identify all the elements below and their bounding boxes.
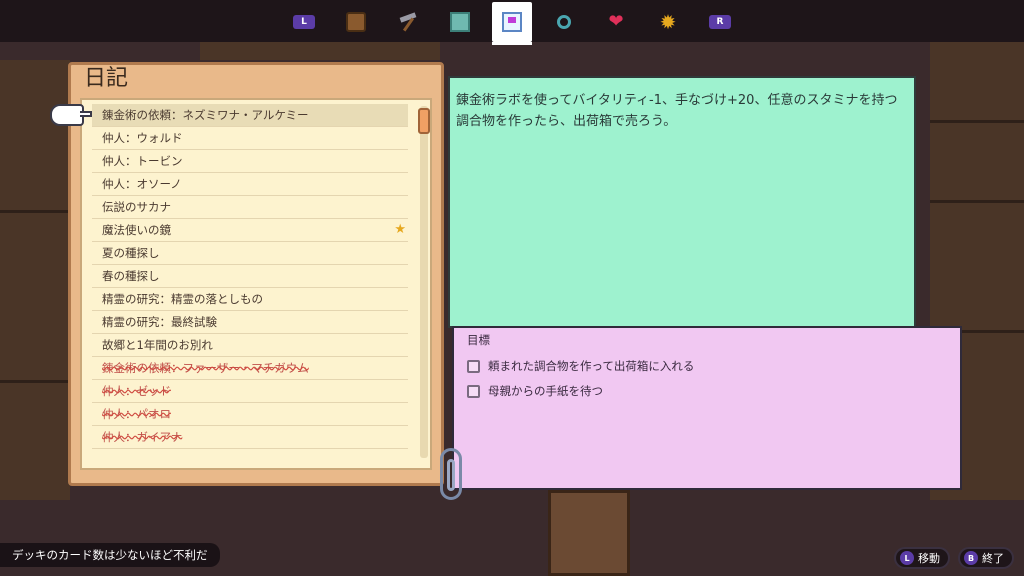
quest-list-item[interactable]: 仲人：オソーノ [92, 173, 408, 196]
tab-tools[interactable] [390, 4, 426, 40]
background-plank [0, 210, 70, 213]
background-wall-left [0, 60, 70, 500]
quest-list-item[interactable]: 仲人：ガイアナ [92, 426, 408, 449]
quest-label: 夏の種探し [102, 246, 160, 260]
quest-list-item[interactable]: 伝説のサカナ [92, 196, 408, 219]
scrollbar-thumb[interactable] [418, 108, 430, 134]
quest-list-item[interactable]: 精霊の研究：精霊の落としもの [92, 288, 408, 311]
hint-tip: デッキのカード数は少ないほど不利だ [0, 543, 220, 567]
exit-label: 終了 [982, 552, 1004, 565]
quest-label: 精霊の研究：最終試験 [102, 315, 217, 329]
quest-label: 春の種探し [102, 269, 160, 283]
gear-icon: ✹ [659, 10, 677, 34]
tab-relationships[interactable]: ❤ [598, 4, 634, 40]
objectives-title: 目標 [467, 333, 490, 347]
checkbox-icon [467, 359, 480, 373]
move-label: 移動 [918, 552, 940, 565]
b-button-icon: B [964, 551, 978, 565]
heart-icon: ❤ [608, 11, 624, 32]
quest-list-item[interactable]: 錬金術の依頼：ファーザー・マチガウム [92, 357, 408, 380]
quest-list-item[interactable]: 仲人：ゼッド [92, 380, 408, 403]
objective-item: 頼まれた調合物を作って出荷箱に入れる [467, 358, 694, 374]
objective-label: 母親からの手紙を待つ [488, 384, 603, 398]
diary-icon [502, 12, 522, 32]
exit-control-hint[interactable]: B 終了 [958, 547, 1014, 569]
quest-list-scrollbar[interactable] [420, 106, 428, 458]
tab-prev-key[interactable]: L [286, 4, 322, 40]
quest-list-item[interactable]: 故郷と1年間のお別れ [92, 334, 408, 357]
tab-map[interactable] [442, 4, 478, 40]
tab-next-key[interactable]: R [702, 4, 738, 40]
quest-list: 錬金術の依頼：ネズミワナ・アルケミー 仲人：ウォルド 仲人：トービン 仲人：オソーノ伝… [92, 104, 408, 449]
diary-title: 日記 [84, 66, 129, 91]
quest-list-item[interactable]: 錬金術の依頼：ネズミワナ・アルケミー [92, 104, 408, 127]
star-icon: ★ [394, 222, 406, 237]
background-doorway [548, 490, 630, 576]
background-wall-top [200, 40, 440, 60]
objectives-panel [452, 326, 962, 490]
l-stick-button-icon: L [900, 551, 914, 565]
quest-label: 仲人：トービン [102, 154, 183, 168]
quest-label: 仲人：ガイアナ [102, 430, 183, 444]
quest-label: 仲人：オソーノ [102, 177, 182, 191]
tab-settings[interactable]: ✹ [650, 4, 686, 40]
move-control-hint[interactable]: L 移動 [894, 547, 950, 569]
quest-label: 故郷と1年間のお別れ [102, 338, 213, 352]
r-button-icon: R [709, 15, 731, 29]
quest-label: 精霊の研究：精霊の落としもの [102, 292, 263, 306]
map-icon [450, 12, 470, 32]
quest-list-item[interactable]: 春の種探し [92, 265, 408, 288]
quest-list-item[interactable]: 仲人：パオロ [92, 403, 408, 426]
checkbox-icon [467, 384, 480, 398]
background-plank [930, 200, 1024, 203]
quest-label: 錬金術の依頼：ネズミワナ・アルケミー [102, 108, 309, 122]
tab-backpack[interactable] [338, 4, 374, 40]
quest-label: 魔法使いの鏡 [102, 223, 171, 237]
background-plank [0, 380, 70, 383]
objective-label: 頼まれた調合物を作って出荷箱に入れる [488, 359, 695, 373]
quest-list-item[interactable]: 夏の種探し [92, 242, 408, 265]
quest-list-item[interactable]: 仲人：トービン [92, 150, 408, 173]
quest-label: 仲人：ゼッド [102, 384, 171, 398]
l-button-icon: L [293, 15, 315, 29]
quest-label: 仲人：ウォルド [102, 131, 183, 145]
background-plank [930, 120, 1024, 123]
quest-label: 錬金術の依頼：ファーザー・マチガウム [102, 361, 309, 375]
paperclip-icon [440, 448, 462, 500]
menu-tab-bar: L ❤ ✹ R [0, 0, 1024, 42]
pointing-hand-cursor-icon [50, 104, 92, 126]
quest-list-item[interactable]: 仲人：ウォルド [92, 127, 408, 150]
quest-list-item[interactable]: 魔法使いの鏡 ★ [92, 219, 408, 242]
quest-description: 錬金術ラボを使ってバイタリティ-1、手なづけ+20、任意のスタミナを持つ調合物を… [456, 93, 898, 129]
backpack-icon [346, 12, 366, 32]
magnifier-icon [557, 15, 571, 29]
quest-label: 仲人：パオロ [102, 407, 171, 421]
tab-search[interactable] [546, 4, 582, 40]
tab-diary[interactable] [492, 2, 532, 42]
objective-item: 母親からの手紙を待つ [467, 383, 603, 399]
quest-list-item[interactable]: 精霊の研究：最終試験 [92, 311, 408, 334]
pickaxe-icon [398, 12, 418, 32]
active-tab-indicator [492, 42, 532, 45]
quest-label: 伝説のサカナ [102, 200, 171, 214]
